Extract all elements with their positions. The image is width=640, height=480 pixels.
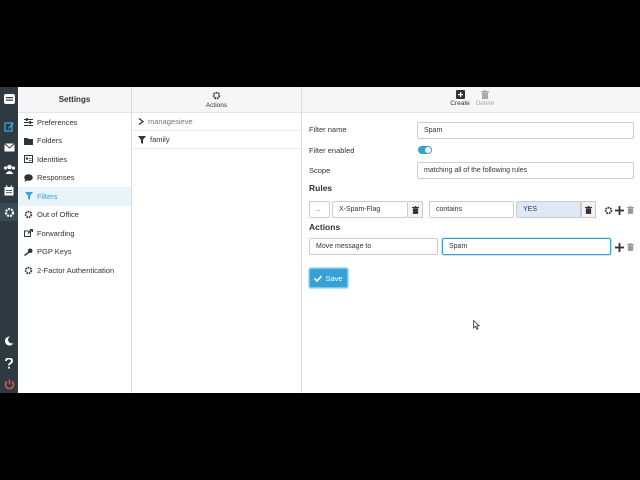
dark-mode-icon[interactable] (0, 332, 18, 350)
remove-action-button[interactable] (625, 242, 635, 252)
remove-rule-button[interactable] (625, 205, 635, 215)
sidebar-item-label: Preferences (37, 117, 78, 127)
sidebar-item-label: Responses (37, 173, 75, 183)
trash-icon (626, 243, 634, 251)
sidebar-item-label: Out of Office (37, 210, 79, 220)
actions-label: Actions (205, 101, 228, 109)
rule-options-button[interactable] (603, 205, 613, 215)
filter-name: family (150, 135, 170, 144)
key-icon (24, 247, 33, 256)
rule-header-trash-button[interactable] (408, 201, 423, 218)
sidebar-item-identities[interactable]: Identities (18, 150, 131, 169)
filter-editor: Create Delete Filter name Spam Filter en… (302, 87, 640, 393)
app-rail (0, 87, 18, 393)
rule-operator-select[interactable]: contains (429, 201, 514, 218)
cog-icon (24, 266, 33, 275)
rule-value-trash-button[interactable] (581, 201, 596, 218)
sidebar-item-responses[interactable]: Responses (18, 169, 131, 188)
mail-logo-icon[interactable] (0, 89, 18, 109)
mouse-cursor-icon (473, 320, 480, 330)
save-button[interactable]: Save (309, 268, 348, 288)
sidebar-item-preferences[interactable]: Preferences (18, 113, 131, 132)
delete-button[interactable]: Delete (470, 89, 500, 107)
filter-icon (24, 192, 33, 201)
filter-sets-panel: Actions managesieve family (132, 87, 302, 393)
contacts-icon[interactable] (0, 160, 18, 178)
plus-square-icon (455, 90, 465, 99)
share-icon (24, 229, 33, 238)
action-target-select[interactable]: Spam (442, 238, 611, 255)
delete-label: Delete (475, 100, 495, 107)
filter-set-name: managesieve (148, 117, 193, 126)
sidebar-item-label: Forwarding (37, 228, 75, 238)
sidebar-item-label: 2-Factor Authentication (37, 265, 115, 275)
sidebar-item-label: Folders (37, 136, 63, 146)
sidebar-item-label: Filters (37, 191, 58, 201)
trash-icon (585, 205, 592, 214)
list-item[interactable]: family (132, 131, 301, 149)
add-rule-button[interactable] (614, 205, 624, 215)
actions-heading: Actions (309, 222, 341, 232)
sidebar-item-folders[interactable]: Folders (18, 132, 131, 151)
filter-name-label: Filter name (309, 125, 347, 134)
gear-icon (212, 91, 221, 99)
trash-icon (626, 206, 634, 214)
rules-heading: Rules (309, 183, 333, 193)
app-window: Settings Preferences Folders Identities Res… (0, 87, 640, 393)
calendar-icon[interactable] (0, 181, 18, 199)
chevron-right-icon (138, 118, 144, 125)
sidebar-item-out-of-office[interactable]: Out of Office (18, 206, 131, 225)
sidebar-item-label: Identities (37, 154, 68, 164)
filter-set-group[interactable]: managesieve (132, 113, 301, 131)
sidebar-item-label: PGP Keys (37, 247, 72, 257)
settings-nav: Preferences Folders Identities Responses Fil… (18, 113, 131, 280)
rule-prefix-field[interactable]: .. (309, 201, 330, 218)
sliders-icon (24, 118, 33, 127)
plus-icon (614, 205, 624, 215)
trash-icon (481, 90, 489, 99)
settings-title: Settings (18, 87, 131, 113)
id-card-icon (24, 155, 33, 164)
rule-value-input[interactable]: YES (516, 201, 581, 218)
filter-name-input[interactable]: Spam (417, 122, 634, 139)
plus-icon (614, 242, 624, 252)
settings-icon[interactable] (0, 203, 18, 221)
help-icon[interactable] (0, 354, 18, 372)
filter-enabled-toggle[interactable] (418, 146, 432, 154)
trash-icon (411, 205, 419, 214)
sidebar-item-filters[interactable]: Filters (18, 187, 131, 206)
actions-menu-button[interactable]: Actions (132, 87, 301, 113)
save-label: Save (325, 273, 343, 283)
rule-header-select[interactable]: X-Spam-Flag (332, 201, 408, 218)
mail-icon[interactable] (0, 138, 18, 156)
settings-panel: Settings Preferences Folders Identities Res… (18, 87, 132, 393)
folder-icon (24, 136, 33, 145)
gear-icon (24, 210, 33, 219)
power-icon[interactable] (0, 375, 18, 393)
comment-icon (24, 173, 33, 182)
check-icon (314, 274, 323, 282)
scope-label: Scope (309, 166, 331, 175)
filter-enabled-label: Filter enabled (309, 146, 355, 155)
gear-icon (604, 206, 612, 214)
scope-select[interactable]: matching all of the following rules (417, 162, 634, 179)
editor-toolbar: Create Delete (302, 87, 640, 113)
filter-icon (138, 135, 146, 144)
sidebar-item-pgp-keys[interactable]: PGP Keys (18, 243, 131, 262)
sidebar-item-forwarding[interactable]: Forwarding (18, 224, 131, 243)
sidebar-item-2-factor-authentication[interactable]: 2-Factor Authentication (18, 261, 131, 280)
action-type-select[interactable]: Move message to (309, 238, 438, 255)
compose-icon[interactable] (0, 117, 18, 135)
add-action-button[interactable] (614, 242, 624, 252)
